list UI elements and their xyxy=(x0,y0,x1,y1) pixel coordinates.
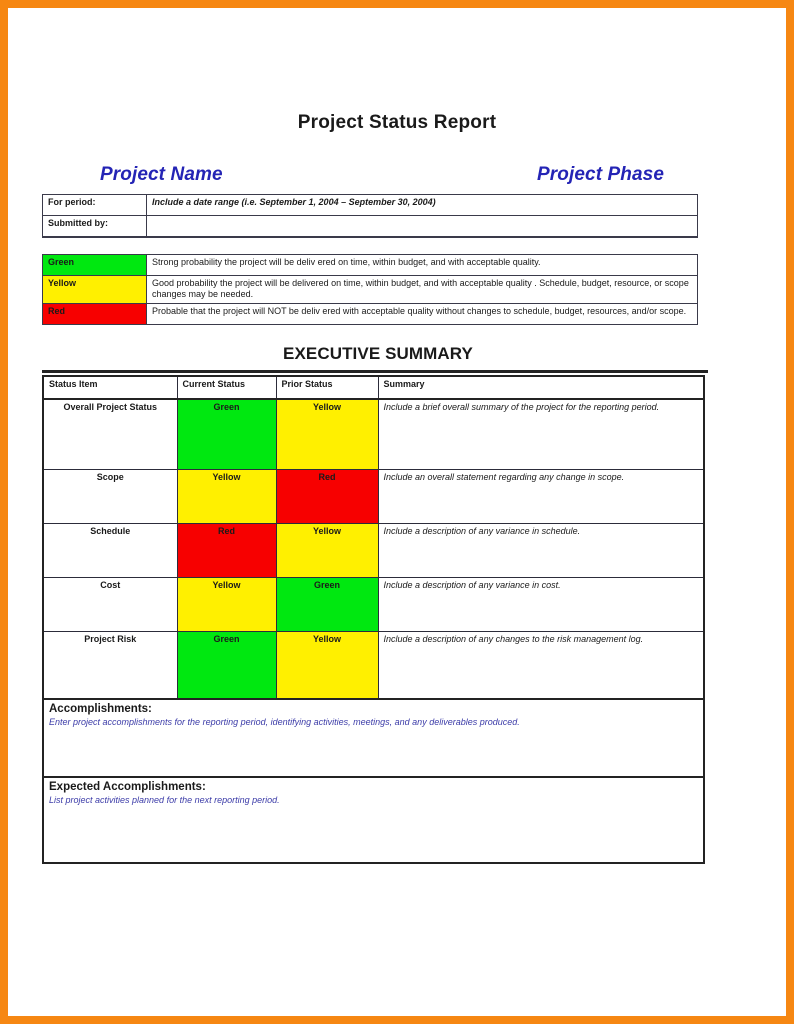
legend-description-green: Strong probability the project will be d… xyxy=(146,254,698,276)
legend-swatch-green: Green xyxy=(42,254,147,276)
expected-accomplishments-body: List project activities planned for the … xyxy=(49,795,280,806)
table-header-row: Status Item Current Status Prior Status … xyxy=(42,375,705,400)
prior-status-cell[interactable]: Red xyxy=(275,468,379,524)
summary-cell[interactable]: Include an overall statement regarding a… xyxy=(377,468,705,524)
status-item-label: Overall Project Status xyxy=(42,398,178,470)
report-header-table: For period: Include a date range (i.e. S… xyxy=(42,194,698,325)
project-heading-row: Project Name Project Phase xyxy=(100,164,664,186)
table-row-legend-yellow: Yellow Good probability the project will… xyxy=(42,275,698,304)
table-row-legend-red: Red Probable that the project will NOT b… xyxy=(42,302,698,325)
legend-description-red: Probable that the project will NOT be de… xyxy=(146,302,698,325)
expected-accomplishments-title: Expected Accomplishments: xyxy=(49,781,206,793)
prior-status-cell[interactable]: Yellow xyxy=(275,630,379,700)
executive-summary-table: Status Item Current Status Prior Status … xyxy=(42,375,705,864)
table-row: Project Risk Green Yellow Include a desc… xyxy=(42,630,705,700)
summary-cell[interactable]: Include a description of any variance in… xyxy=(377,522,705,578)
current-status-cell[interactable]: Yellow xyxy=(176,468,277,524)
current-status-cell[interactable]: Yellow xyxy=(176,576,277,632)
submitted-by-label: Submitted by: xyxy=(42,215,147,238)
prior-status-cell[interactable]: Green xyxy=(275,576,379,632)
column-header-prior-status: Prior Status xyxy=(275,375,379,400)
table-row: Scope Yellow Red Include an overall stat… xyxy=(42,468,705,524)
table-row-legend-green: Green Strong probability the project wil… xyxy=(42,254,698,276)
page-title: Project Status Report xyxy=(297,112,497,133)
legend-separator xyxy=(42,236,698,255)
table-row-expected-accomplishments: Expected Accomplishments: List project a… xyxy=(42,776,705,864)
executive-summary-top-rule xyxy=(42,370,708,373)
prior-status-cell[interactable]: Yellow xyxy=(275,522,379,578)
page-border-frame: Project Status Report Project Name Proje… xyxy=(0,0,794,1024)
section-title-executive-summary: EXECUTIVE SUMMARY xyxy=(283,344,473,363)
column-header-status-item: Status Item xyxy=(42,375,178,400)
document-sheet: Project Status Report Project Name Proje… xyxy=(8,8,786,1016)
current-status-cell[interactable]: Green xyxy=(176,398,277,470)
table-row: Cost Yellow Green Include a description … xyxy=(42,576,705,632)
current-status-cell[interactable]: Green xyxy=(176,630,277,700)
summary-cell[interactable]: Include a description of any changes to … xyxy=(377,630,705,700)
project-name-heading: Project Name xyxy=(100,164,223,185)
status-item-label: Project Risk xyxy=(42,630,178,700)
status-item-label: Cost xyxy=(42,576,178,632)
summary-cell[interactable]: Include a description of any variance in… xyxy=(377,576,705,632)
status-item-label: Schedule xyxy=(42,522,178,578)
project-phase-heading: Project Phase xyxy=(537,164,664,185)
legend-description-yellow: Good probability the project will be del… xyxy=(146,275,698,304)
current-status-cell[interactable]: Red xyxy=(176,522,277,578)
table-row-accomplishments: Accomplishments: Enter project accomplis… xyxy=(42,698,705,778)
accomplishments-body: Enter project accomplishments for the re… xyxy=(49,717,520,728)
for-period-label: For period: xyxy=(42,194,147,216)
legend-swatch-yellow: Yellow xyxy=(42,275,147,304)
table-row-for-period: For period: Include a date range (i.e. S… xyxy=(42,194,698,216)
for-period-value[interactable]: Include a date range (i.e. September 1, … xyxy=(146,194,698,216)
status-item-label: Scope xyxy=(42,468,178,524)
summary-cell[interactable]: Include a brief overall summary of the p… xyxy=(377,398,705,470)
prior-status-cell[interactable]: Yellow xyxy=(275,398,379,470)
table-row-submitted-by: Submitted by: xyxy=(42,215,698,238)
legend-separator-rule xyxy=(42,236,698,255)
table-row: Schedule Red Yellow Include a descriptio… xyxy=(42,522,705,578)
submitted-by-value[interactable] xyxy=(146,215,698,238)
table-row: Overall Project Status Green Yellow Incl… xyxy=(42,398,705,470)
accomplishments-title: Accomplishments: xyxy=(49,703,152,715)
column-header-current-status: Current Status xyxy=(176,375,277,400)
expected-accomplishments-block[interactable]: Expected Accomplishments: List project a… xyxy=(42,776,705,864)
accomplishments-block[interactable]: Accomplishments: Enter project accomplis… xyxy=(42,698,705,778)
column-header-summary: Summary xyxy=(377,375,705,400)
legend-swatch-red: Red xyxy=(42,302,147,325)
